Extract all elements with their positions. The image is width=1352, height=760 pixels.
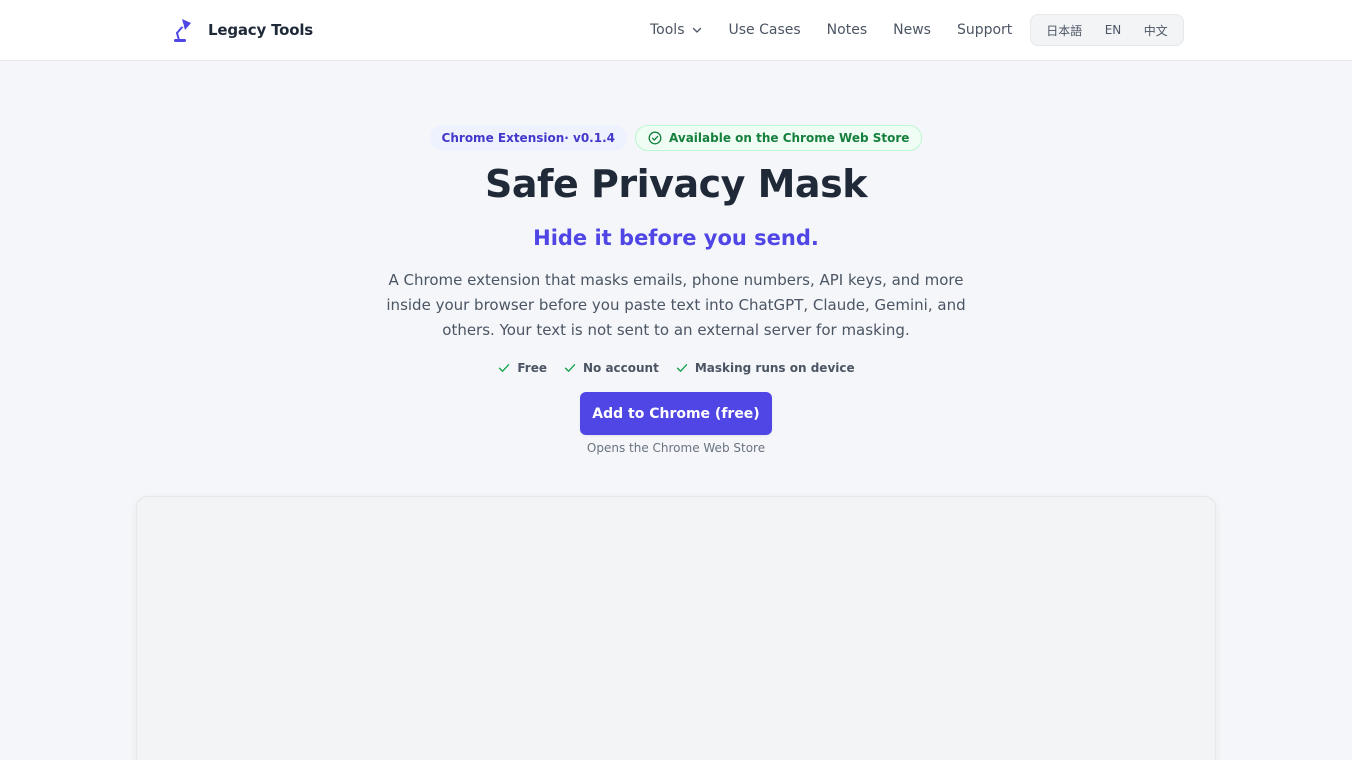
lang-option-en[interactable]: EN	[1099, 19, 1128, 41]
feature-item: Masking runs on device	[675, 361, 855, 375]
nav-tools[interactable]: Tools	[650, 22, 703, 38]
page-title: Safe Privacy Mask	[485, 162, 867, 206]
site-header: Legacy Tools Tools Use Cases Notes News …	[0, 0, 1352, 61]
nav-support[interactable]: Support	[957, 22, 1012, 38]
feature-item: Free	[497, 361, 547, 375]
chevron-down-icon	[692, 27, 701, 33]
feature-label: No account	[582, 361, 659, 375]
nav-news[interactable]: News	[893, 22, 931, 38]
main-nav: Tools Use Cases Notes News Support	[650, 18, 1012, 42]
language-switcher: 日本語 EN 中文	[1030, 14, 1184, 46]
add-to-chrome-button[interactable]: Add to Chrome (free)	[580, 392, 772, 435]
preview-panel	[136, 496, 1216, 760]
hero-badges: Chrome Extension· v0.1.4 Available on th…	[0, 125, 1352, 151]
nav-use-cases[interactable]: Use Cases	[729, 22, 801, 38]
lang-option-ja[interactable]: 日本語	[1040, 18, 1088, 43]
tagline: Hide it before you send.	[533, 226, 819, 250]
nav-notes[interactable]: Notes	[827, 22, 867, 38]
lang-option-zh[interactable]: 中文	[1138, 18, 1174, 43]
feature-item: No account	[563, 361, 659, 375]
brand-name: Legacy Tools	[208, 21, 314, 39]
nav-tools-label: Tools	[650, 22, 685, 38]
check-icon	[499, 364, 510, 372]
web-store-badge-label: Available on the Chrome Web Store	[669, 131, 910, 145]
brand-link[interactable]: Legacy Tools	[168, 16, 313, 44]
cta-note: Opens the Chrome Web Store	[586, 441, 766, 455]
check-icon	[564, 364, 576, 372]
desk-lamp-icon	[174, 19, 191, 42]
feature-list: Free No account Masking runs on device	[0, 358, 1352, 378]
check-icon	[676, 364, 688, 372]
version-badge: Chrome Extension· v0.1.4	[429, 125, 628, 151]
hero-description: A Chrome extension that masks emails, ph…	[386, 271, 966, 339]
web-store-badge[interactable]: Available on the Chrome Web Store	[635, 125, 923, 151]
check-circle-icon	[648, 131, 662, 145]
feature-label: Masking runs on device	[694, 361, 855, 375]
feature-label: Free	[517, 361, 547, 375]
